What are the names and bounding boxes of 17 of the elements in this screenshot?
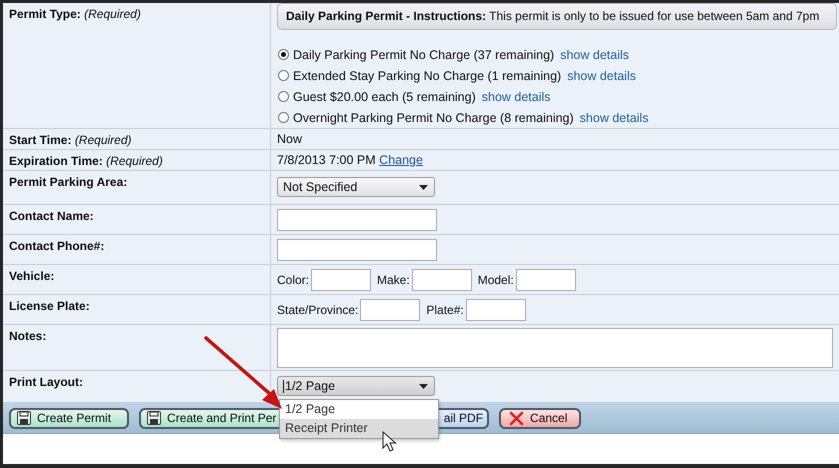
field-label: License Plate: [3, 295, 271, 325]
field-label: Expiration Time: (Required) [3, 150, 271, 171]
field-label: Notes: [3, 325, 271, 371]
field-value: Now [277, 132, 302, 146]
field-label: Model: [478, 272, 514, 286]
field-label: State/Province: [277, 302, 358, 316]
field-label: Contact Phone#: [3, 235, 271, 265]
field-label: Start Time: (Required) [3, 129, 271, 150]
instructions-panel: Daily Parking Permit - Instructions: This permit is only to be issued for use between 5am and 7pm [277, 3, 837, 30]
field-label: Plate#: [426, 302, 464, 316]
field-label: Vehicle: [3, 265, 271, 295]
field-label: Permit Parking Area: [3, 171, 271, 205]
field-label: Color: [277, 272, 310, 286]
field-label: Contact Name: [3, 205, 271, 235]
field-label: Make: [377, 272, 410, 286]
field-value: 7/8/2013 7:00 PM [277, 153, 376, 167]
field-label: Permit Type: (Required) [3, 3, 271, 129]
